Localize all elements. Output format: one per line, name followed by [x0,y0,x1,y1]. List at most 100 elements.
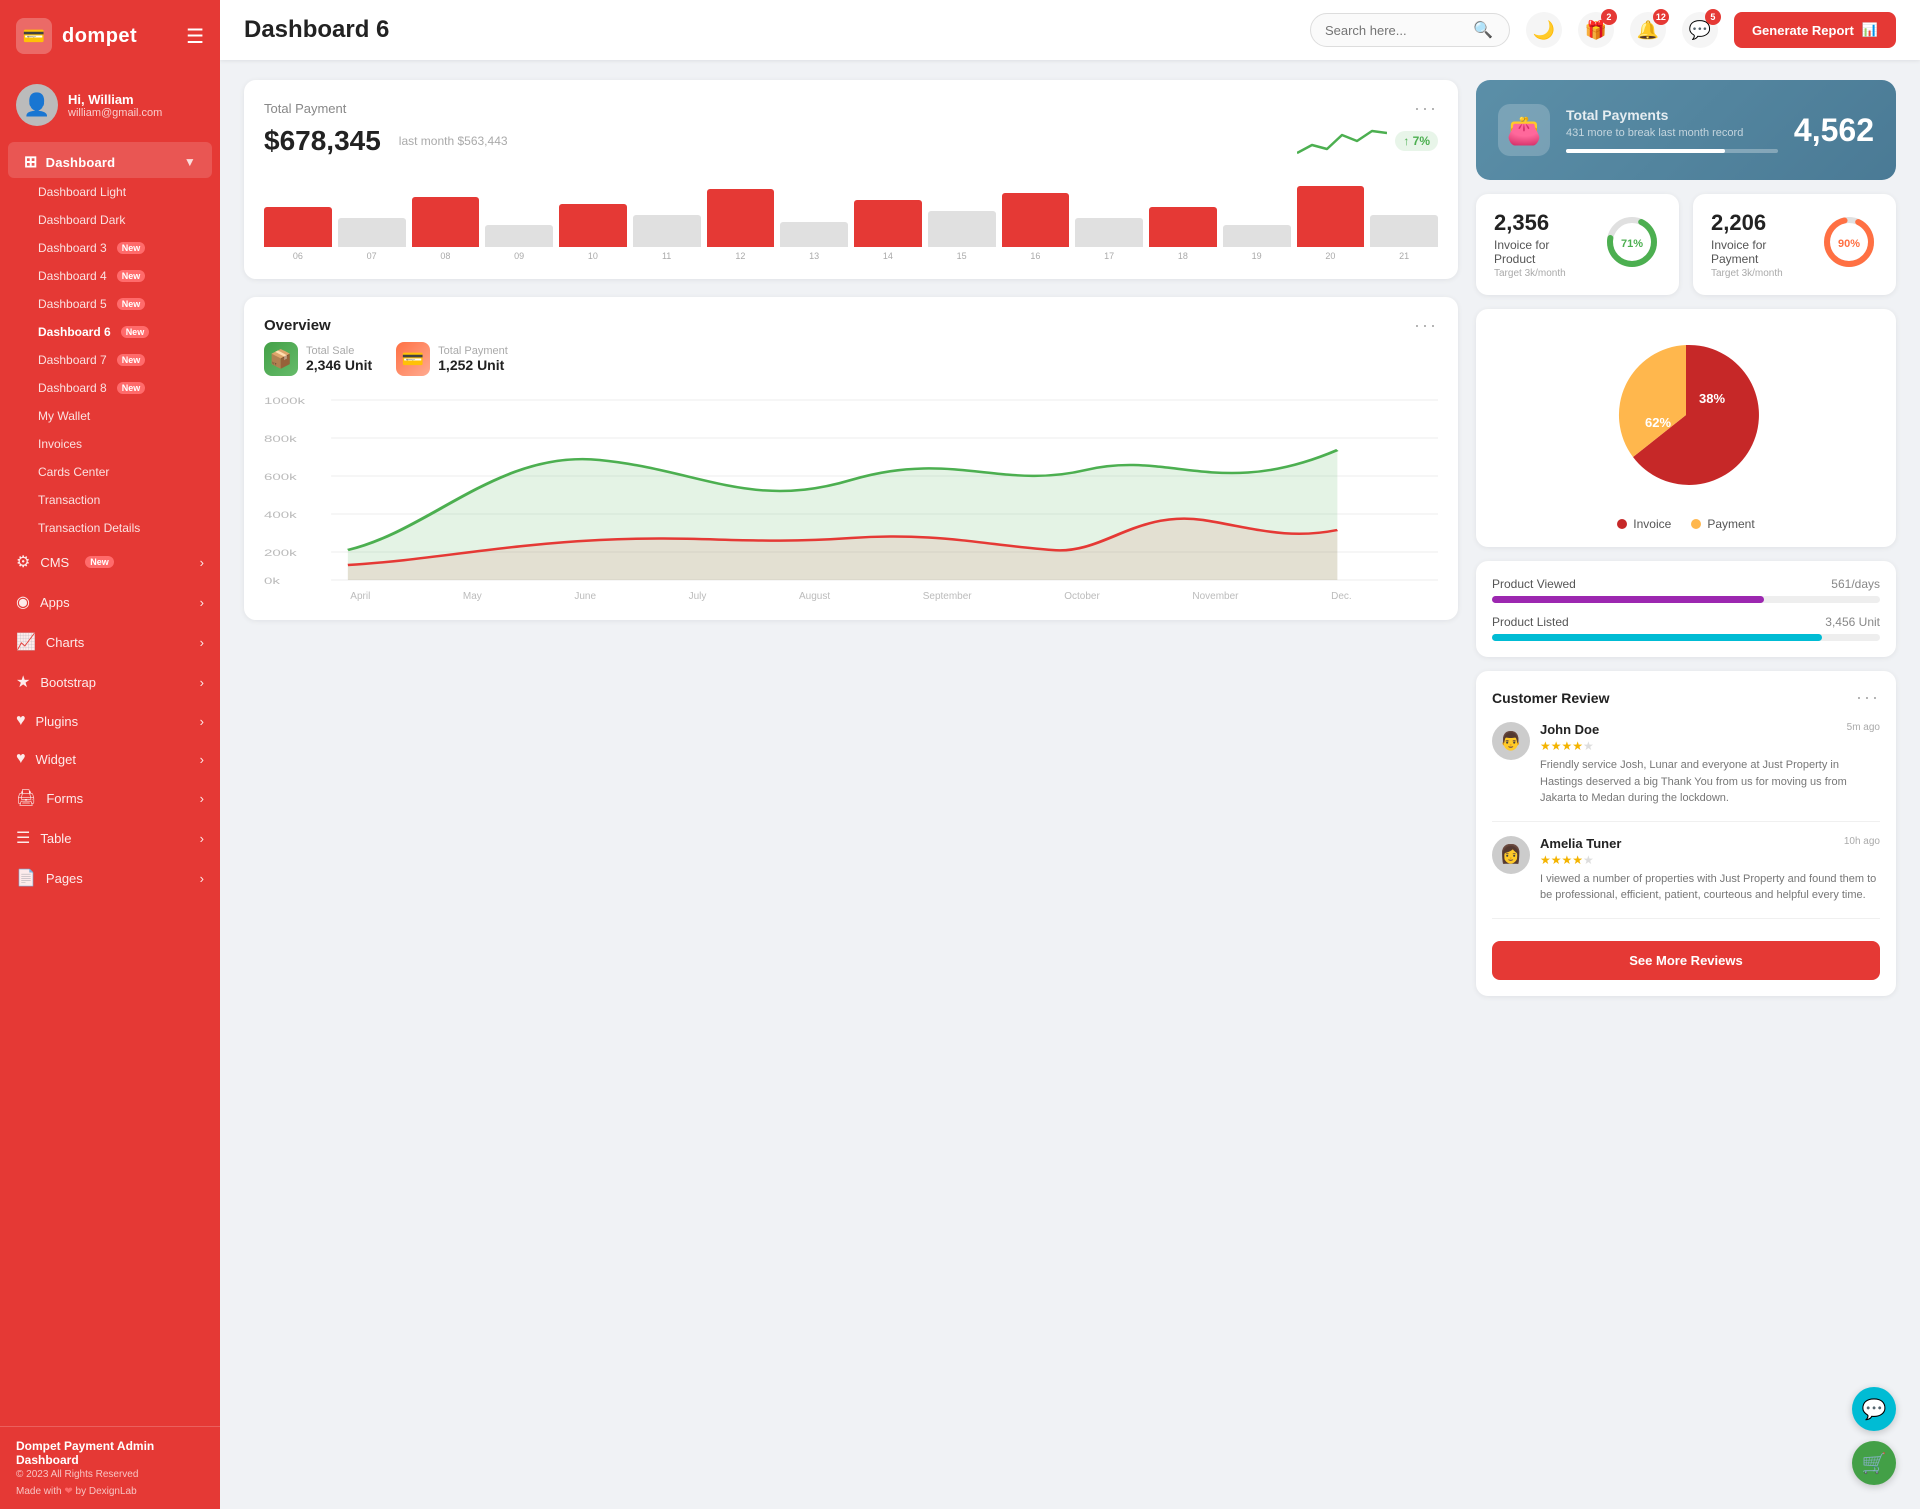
user-profile: 👤 Hi, William william@gmail.com [0,72,220,142]
review-avatar-amelia: 👩 [1492,836,1530,874]
sparkline-chart [1297,125,1387,157]
invoice-product-target: Target 3k/month [1494,268,1589,279]
invoice-payment-target: Target 3k/month [1711,268,1806,279]
sidebar-item-dashboard-7[interactable]: Dashboard 7 New [0,346,220,374]
logo-text: dompet [62,25,137,48]
sidebar-item-invoices[interactable]: Invoices [0,430,220,458]
sidebar-item-bootstrap[interactable]: ★ Bootstrap › [0,662,220,702]
search-bar[interactable]: 🔍 [1310,13,1510,47]
svg-text:200k: 200k [264,548,298,558]
sidebar-item-dashboard-light[interactable]: Dashboard Light [0,178,220,206]
review-item-john: 👨 John Doe 5m ago ★★★★★ Friendly service… [1492,722,1880,822]
svg-text:38%: 38% [1699,391,1725,406]
hamburger-icon[interactable]: ☰ [186,24,204,49]
customer-review-card: Customer Review ··· 👨 John Doe 5m ago ★★… [1476,671,1896,996]
sidebar-item-charts[interactable]: 📈 Charts › [0,622,220,662]
theme-toggle-btn[interactable]: 🌙 [1526,12,1562,48]
bar-item [1370,215,1438,247]
chevron-right-icon: › [200,635,204,650]
bar-label-item: 09 [485,251,553,261]
overview-legend: 📦 Total Sale 2,346 Unit 💳 Total Payment … [264,342,1438,376]
generate-report-button[interactable]: Generate Report 📊 [1734,12,1896,48]
review-time-john: 5m ago [1847,722,1880,733]
bell-notification-btn[interactable]: 🔔 12 [1630,12,1666,48]
sidebar-item-cards-center[interactable]: Cards Center [0,458,220,486]
product-listed-label: Product Listed [1492,615,1569,629]
progress-bar [1566,149,1778,153]
floating-chat-btn[interactable]: 💬 [1852,1387,1896,1431]
bar-chart [264,167,1438,247]
sidebar-item-dashboard-3[interactable]: Dashboard 3 New [0,234,220,262]
sidebar-item-dashboard-dark[interactable]: Dashboard Dark [0,206,220,234]
total-payment-title: Total Payment [264,101,346,116]
bar-label-item: 19 [1223,251,1291,261]
review-item-amelia: 👩 Amelia Tuner 10h ago ★★★★★ I viewed a … [1492,836,1880,919]
star-icon: ★ [16,672,30,692]
sidebar-item-table[interactable]: ☰ Table › [0,818,220,858]
user-email: william@gmail.com [68,107,162,119]
bar-item [1223,225,1291,247]
sidebar-item-dashboard-4[interactable]: Dashboard 4 New [0,262,220,290]
more-options-btn[interactable]: ··· [1414,98,1438,119]
review-more-btn[interactable]: ··· [1856,687,1880,708]
product-stats-card: Product Viewed 561/days Product Listed 3… [1476,561,1896,657]
product-viewed-stat: Product Viewed 561/days [1492,577,1880,603]
gift-notification-btn[interactable]: 🎁 2 [1578,12,1614,48]
product-listed-stat: Product Listed 3,456 Unit [1492,615,1880,641]
topbar: Dashboard 6 🔍 🌙 🎁 2 🔔 12 💬 5 Generate Re… [220,0,1920,60]
content-area: Total Payment ··· $678,345 last month $5… [220,60,1920,1509]
bar-label-item: 16 [1002,251,1070,261]
sidebar-item-dashboard-6[interactable]: Dashboard 6 New [0,318,220,346]
sidebar-item-apps[interactable]: ◉ Apps › [0,582,220,622]
payment-icon: 💳 [396,342,430,376]
review-card-header: Customer Review ··· [1492,687,1880,708]
sidebar-item-transaction-details[interactable]: Transaction Details [0,514,220,542]
footer-copy: © 2023 All Rights Reserved [16,1469,204,1480]
sidebar-item-transaction[interactable]: Transaction [0,486,220,514]
chevron-down-icon: ▼ [184,155,196,169]
donut-product: 71% [1603,213,1661,276]
sidebar-item-plugins[interactable]: ♥ Plugins › [0,702,220,740]
x-axis-labels: April May June July August September Oct… [264,591,1438,602]
product-viewed-bar [1492,596,1764,603]
sidebar-item-pages[interactable]: 📄 Pages › [0,858,220,898]
svg-text:600k: 600k [264,472,298,482]
sidebar-item-dashboard-8[interactable]: Dashboard 8 New [0,374,220,402]
sidebar-item-forms[interactable]: 🖨 Forms › [0,778,220,818]
bar-label-item: 13 [780,251,848,261]
table-icon: ☰ [16,828,30,848]
floating-cart-btn[interactable]: 🛒 [1852,1441,1896,1485]
bell-badge: 12 [1653,9,1669,25]
main-content: Dashboard 6 🔍 🌙 🎁 2 🔔 12 💬 5 Generate Re… [220,0,1920,1509]
bar-item [854,200,922,247]
sidebar-section-dashboard[interactable]: ⊞ Dashboard ▼ [8,142,212,178]
svg-text:71%: 71% [1621,238,1643,250]
reviewer-name-amelia: Amelia Tuner [1540,836,1621,851]
see-more-reviews-button[interactable]: See More Reviews [1492,941,1880,980]
chat-notification-btn[interactable]: 💬 5 [1682,12,1718,48]
forms-icon: 🖨 [16,788,36,808]
sidebar-item-my-wallet[interactable]: My Wallet [0,402,220,430]
chevron-right-icon: › [200,831,204,846]
bar-label-item: 11 [633,251,701,261]
overview-more-btn[interactable]: ··· [1414,315,1438,336]
chevron-right-icon: › [200,555,204,570]
sidebar-item-widget[interactable]: ♥ Widget › [0,740,220,778]
product-viewed-value: 561/days [1831,577,1880,591]
bar-label-item: 17 [1075,251,1143,261]
heart-icon: ♥ [16,712,26,730]
product-listed-bar [1492,634,1822,641]
bar-chart-container: 06070809101112131415161718192021 [264,167,1438,261]
total-payment-legend-value: 1,252 Unit [438,357,508,373]
review-text-amelia: I viewed a number of properties with Jus… [1540,871,1880,904]
bar-item [559,204,627,247]
area-chart: 1000k 800k 600k 400k 200k 0k [264,390,1438,590]
bar-item [780,222,848,247]
search-input[interactable] [1325,23,1465,38]
sidebar-item-cms[interactable]: ⚙ CMS New › [0,542,220,582]
review-stars-john: ★★★★★ [1540,739,1880,753]
pages-icon: 📄 [16,868,36,888]
sidebar-item-dashboard-5[interactable]: Dashboard 5 New [0,290,220,318]
review-title: Customer Review [1492,690,1609,706]
right-column: 👛 Total Payments 431 more to break last … [1476,80,1896,996]
